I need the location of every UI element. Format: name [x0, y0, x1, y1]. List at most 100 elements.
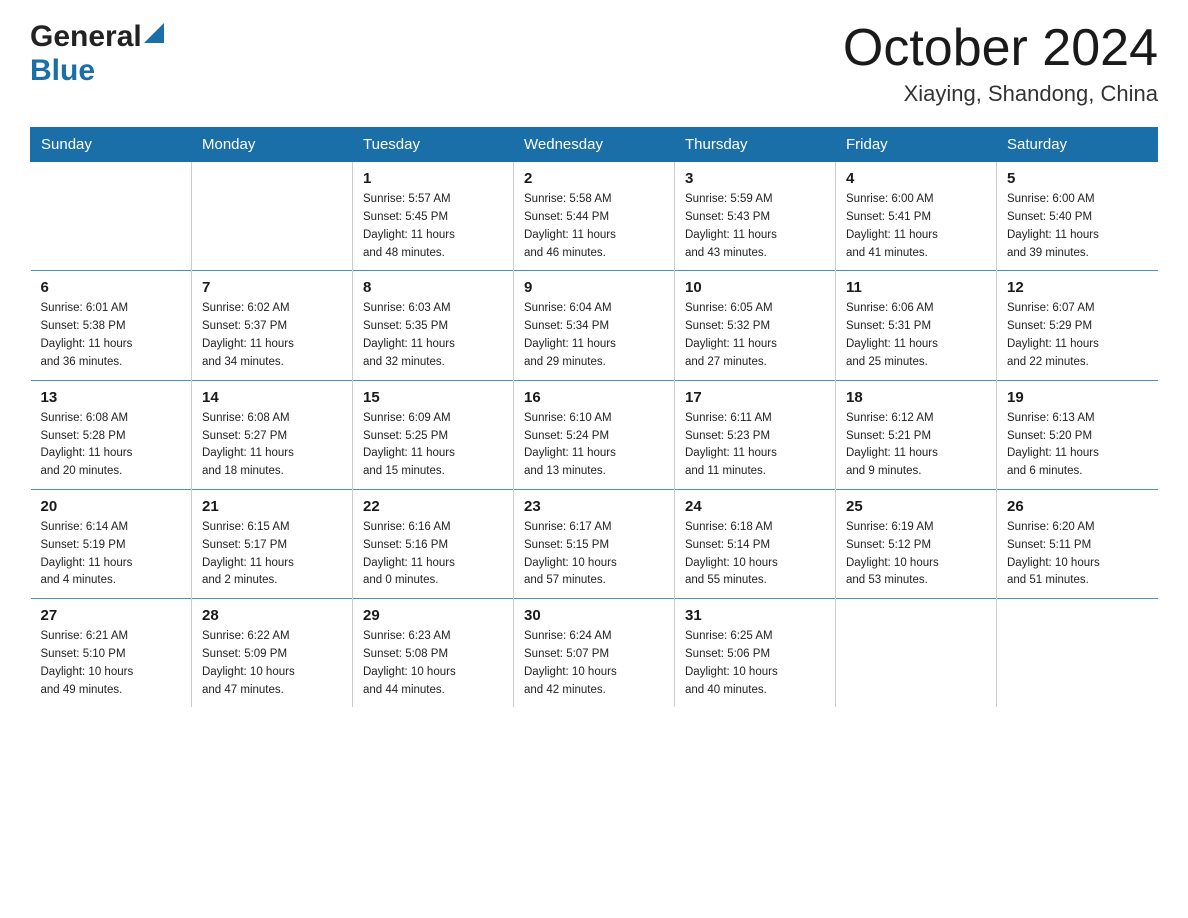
day-cell: 9Sunrise: 6:04 AM Sunset: 5:34 PM Daylig… — [514, 271, 675, 380]
day-info: Sunrise: 6:08 AM Sunset: 5:27 PM Dayligh… — [202, 410, 342, 481]
day-number: 30 — [524, 607, 664, 624]
day-cell: 31 Sunrise: 6:25 AM Sunset: 5:06 PM Dayli… — [675, 599, 836, 708]
day-info: Sunrise: 6:24 AM Sunset: 5:07 PM Dayligh… — [524, 628, 664, 699]
day-info: Sunrise: 6:21 AM Sunset: 5:10 PM Dayligh… — [41, 628, 182, 699]
month-title: October 2024 — [843, 20, 1158, 77]
day-cell: 29Sunrise: 6:23 AM Sunset: 5:08 PM Dayli… — [353, 599, 514, 708]
day-number: 1 — [363, 170, 503, 187]
location-title: Xiaying, Shandong, China — [843, 81, 1158, 107]
day-number: 12 — [1007, 279, 1148, 296]
day-info: Sunrise: 6:05 AM Sunset: 5:32 PM Dayligh… — [685, 300, 825, 371]
day-number: 27 — [41, 607, 182, 624]
day-number: 4 — [846, 170, 986, 187]
week-row: 20Sunrise: 6:14 AM Sunset: 5:19 PM Dayli… — [31, 489, 1158, 598]
day-number: 23 — [524, 498, 664, 515]
day-cell: 18Sunrise: 6:12 AM Sunset: 5:21 PM Dayli… — [836, 380, 997, 489]
day-info: Sunrise: 6:03 AM Sunset: 5:35 PM Dayligh… — [363, 300, 503, 371]
day-info: Sunrise: 6:04 AM Sunset: 5:34 PM Dayligh… — [524, 300, 664, 371]
day-cell: 8 Sunrise: 6:03 AM Sunset: 5:35 PM Daylig… — [353, 271, 514, 380]
day-number: 2 — [524, 170, 664, 187]
day-info: Sunrise: 6:00 AM Sunset: 5:40 PM Dayligh… — [1007, 191, 1148, 262]
day-number: 15 — [363, 389, 503, 406]
calendar-header: SundayMondayTuesdayWednesdayThursdayFrid… — [31, 128, 1158, 162]
day-cell: 27 Sunrise: 6:21 AM Sunset: 5:10 PM Dayli… — [31, 599, 192, 708]
day-cell: 15 Sunrise: 6:09 AM Sunset: 5:25 PM Dayli… — [353, 380, 514, 489]
day-cell: 12 Sunrise: 6:07 AM Sunset: 5:29 PM Dayli… — [997, 271, 1158, 380]
day-number: 25 — [846, 498, 986, 515]
day-number: 13 — [41, 389, 182, 406]
day-info: Sunrise: 6:14 AM Sunset: 5:19 PM Dayligh… — [41, 519, 182, 590]
day-info: Sunrise: 6:10 AM Sunset: 5:24 PM Dayligh… — [524, 410, 664, 481]
day-cell — [997, 599, 1158, 708]
day-info: Sunrise: 6:08 AM Sunset: 5:28 PM Dayligh… — [41, 410, 182, 481]
day-number: 19 — [1007, 389, 1148, 406]
day-info: Sunrise: 5:59 AM Sunset: 5:43 PM Dayligh… — [685, 191, 825, 262]
logo-arrow-icon — [144, 23, 164, 43]
day-info: Sunrise: 6:20 AM Sunset: 5:11 PM Dayligh… — [1007, 519, 1148, 590]
day-cell: 14 Sunrise: 6:08 AM Sunset: 5:27 PM Dayli… — [192, 380, 353, 489]
day-info: Sunrise: 6:02 AM Sunset: 5:37 PM Dayligh… — [202, 300, 342, 371]
day-info: Sunrise: 6:19 AM Sunset: 5:12 PM Dayligh… — [846, 519, 986, 590]
day-cell: 21 Sunrise: 6:15 AM Sunset: 5:17 PM Dayli… — [192, 489, 353, 598]
logo-blue-text: Blue — [30, 54, 95, 87]
calendar-body: 1Sunrise: 5:57 AM Sunset: 5:45 PM Daylig… — [31, 162, 1158, 708]
day-number: 26 — [1007, 498, 1148, 515]
week-row: 27 Sunrise: 6:21 AM Sunset: 5:10 PM Dayli… — [31, 599, 1158, 708]
day-number: 14 — [202, 389, 342, 406]
day-cell: 20Sunrise: 6:14 AM Sunset: 5:19 PM Dayli… — [31, 489, 192, 598]
calendar-table: SundayMondayTuesdayWednesdayThursdayFrid… — [30, 127, 1158, 707]
week-row: 6 Sunrise: 6:01 AM Sunset: 5:38 PM Daylig… — [31, 271, 1158, 380]
logo-general-text: General — [30, 20, 142, 54]
day-info: Sunrise: 6:12 AM Sunset: 5:21 PM Dayligh… — [846, 410, 986, 481]
day-number: 21 — [202, 498, 342, 515]
day-number: 22 — [363, 498, 503, 515]
day-info: Sunrise: 6:09 AM Sunset: 5:25 PM Dayligh… — [363, 410, 503, 481]
day-cell: 7 Sunrise: 6:02 AM Sunset: 5:37 PM Daylig… — [192, 271, 353, 380]
header-cell-thursday: Thursday — [675, 128, 836, 162]
day-info: Sunrise: 5:58 AM Sunset: 5:44 PM Dayligh… — [524, 191, 664, 262]
day-info: Sunrise: 6:01 AM Sunset: 5:38 PM Dayligh… — [41, 300, 182, 371]
day-cell: 22Sunrise: 6:16 AM Sunset: 5:16 PM Dayli… — [353, 489, 514, 598]
day-number: 11 — [846, 279, 986, 296]
week-row: 1Sunrise: 5:57 AM Sunset: 5:45 PM Daylig… — [31, 162, 1158, 271]
day-number: 28 — [202, 607, 342, 624]
header-cell-saturday: Saturday — [997, 128, 1158, 162]
day-number: 6 — [41, 279, 182, 296]
page-header: General Blue October 2024 Xiaying, Shand… — [30, 20, 1158, 107]
logo: General Blue — [30, 20, 164, 88]
day-cell — [836, 599, 997, 708]
day-info: Sunrise: 6:00 AM Sunset: 5:41 PM Dayligh… — [846, 191, 986, 262]
day-cell: 3 Sunrise: 5:59 AM Sunset: 5:43 PM Daylig… — [675, 162, 836, 271]
day-info: Sunrise: 6:07 AM Sunset: 5:29 PM Dayligh… — [1007, 300, 1148, 371]
day-cell: 26 Sunrise: 6:20 AM Sunset: 5:11 PM Dayli… — [997, 489, 1158, 598]
day-cell: 23 Sunrise: 6:17 AM Sunset: 5:15 PM Dayli… — [514, 489, 675, 598]
day-info: Sunrise: 6:13 AM Sunset: 5:20 PM Dayligh… — [1007, 410, 1148, 481]
day-cell: 1Sunrise: 5:57 AM Sunset: 5:45 PM Daylig… — [353, 162, 514, 271]
day-cell: 4 Sunrise: 6:00 AM Sunset: 5:41 PM Daylig… — [836, 162, 997, 271]
day-info: Sunrise: 6:18 AM Sunset: 5:14 PM Dayligh… — [685, 519, 825, 590]
day-cell: 6 Sunrise: 6:01 AM Sunset: 5:38 PM Daylig… — [31, 271, 192, 380]
day-number: 16 — [524, 389, 664, 406]
day-number: 3 — [685, 170, 825, 187]
header-cell-tuesday: Tuesday — [353, 128, 514, 162]
day-cell: 24 Sunrise: 6:18 AM Sunset: 5:14 PM Dayli… — [675, 489, 836, 598]
day-cell — [192, 162, 353, 271]
day-info: Sunrise: 6:15 AM Sunset: 5:17 PM Dayligh… — [202, 519, 342, 590]
day-number: 8 — [363, 279, 503, 296]
day-number: 10 — [685, 279, 825, 296]
day-info: Sunrise: 6:25 AM Sunset: 5:06 PM Dayligh… — [685, 628, 825, 699]
day-cell: 2 Sunrise: 5:58 AM Sunset: 5:44 PM Daylig… — [514, 162, 675, 271]
header-cell-sunday: Sunday — [31, 128, 192, 162]
header-cell-wednesday: Wednesday — [514, 128, 675, 162]
day-info: Sunrise: 6:11 AM Sunset: 5:23 PM Dayligh… — [685, 410, 825, 481]
day-info: Sunrise: 6:17 AM Sunset: 5:15 PM Dayligh… — [524, 519, 664, 590]
week-row: 13 Sunrise: 6:08 AM Sunset: 5:28 PM Dayli… — [31, 380, 1158, 489]
day-cell: 25 Sunrise: 6:19 AM Sunset: 5:12 PM Dayli… — [836, 489, 997, 598]
day-number: 31 — [685, 607, 825, 624]
day-number: 24 — [685, 498, 825, 515]
day-cell: 5Sunrise: 6:00 AM Sunset: 5:40 PM Daylig… — [997, 162, 1158, 271]
title-block: October 2024 Xiaying, Shandong, China — [843, 20, 1158, 107]
day-number: 7 — [202, 279, 342, 296]
day-info: Sunrise: 6:23 AM Sunset: 5:08 PM Dayligh… — [363, 628, 503, 699]
day-cell: 17Sunrise: 6:11 AM Sunset: 5:23 PM Dayli… — [675, 380, 836, 489]
